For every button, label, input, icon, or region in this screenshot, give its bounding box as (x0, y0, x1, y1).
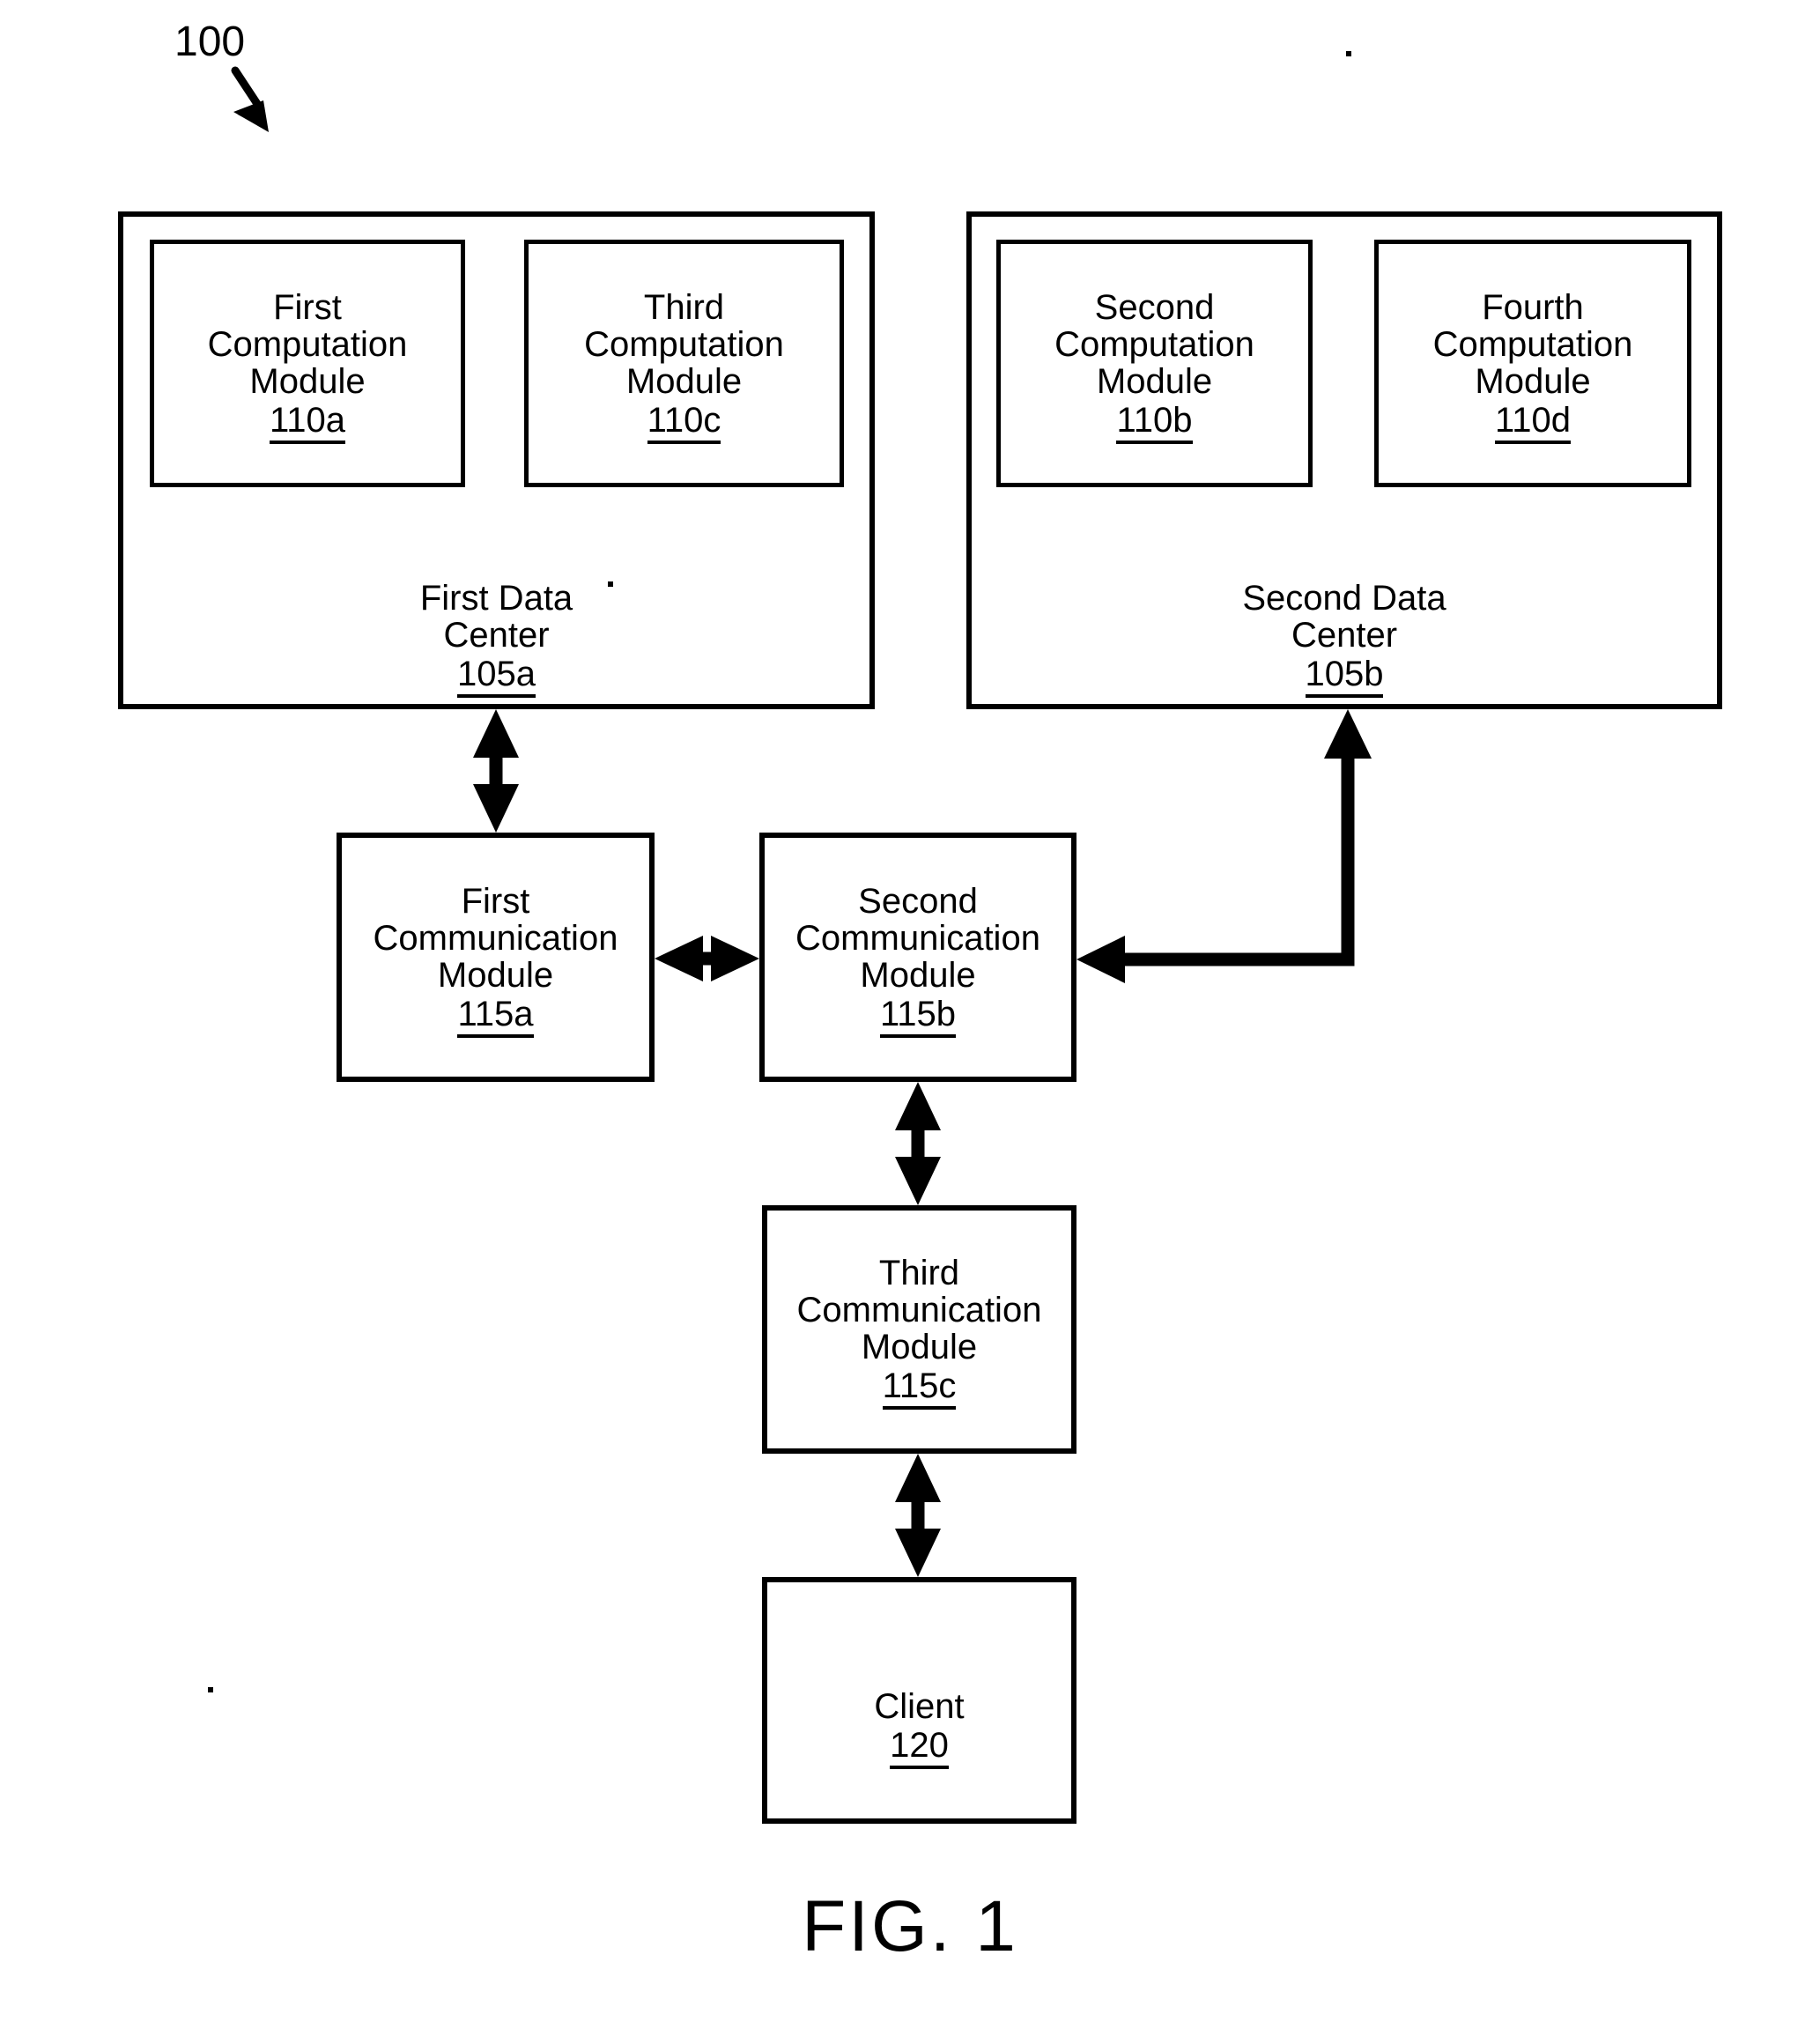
third-communication-module-box: Third Communication Module 115c (762, 1205, 1076, 1454)
second-data-center-label: Second Data Center 105b (972, 543, 1717, 729)
third-communication-module-label: Third Communication Module 115c (767, 1218, 1071, 1441)
first-data-center-label: First Data Center 105a (123, 543, 869, 729)
first-computation-module-ref: 110a (269, 400, 345, 444)
third-computation-module-ref: 110c (647, 400, 721, 444)
first-communication-module-box: First Communication Module 115a (337, 833, 655, 1082)
connector-datacenter2-to-comm2 (1076, 709, 1372, 983)
scan-speck (208, 1687, 213, 1692)
second-communication-module-label: Second Communication Module 115b (765, 846, 1071, 1070)
figure-callout-number: 100 (174, 19, 246, 65)
connector-comm2-to-comm3 (895, 1082, 941, 1205)
connector-comm1-to-comm2 (655, 936, 759, 981)
first-data-center-ref: 105a (457, 655, 536, 698)
second-communication-module-ref: 115b (879, 994, 956, 1038)
second-computation-module-ref: 110b (1116, 400, 1193, 444)
third-communication-module-ref: 115c (882, 1366, 957, 1410)
callout-leader-arrow (231, 66, 269, 132)
patent-figure: 100 First Data Center 105a First Computa… (0, 0, 1820, 2029)
fourth-computation-module-label: Fourth Computation Module 110d (1379, 252, 1687, 476)
second-data-center-ref: 105b (1305, 655, 1384, 698)
connector-comm3-to-client (895, 1454, 941, 1577)
figure-caption: FIG. 1 (802, 1886, 1018, 1966)
third-computation-module-box: Third Computation Module 110c (524, 240, 844, 487)
third-computation-module-label: Third Computation Module 110c (529, 252, 840, 476)
fourth-computation-module-box: Fourth Computation Module 110d (1374, 240, 1691, 487)
first-computation-module-label: First Computation Module 110a (154, 252, 461, 476)
scan-speck (608, 581, 613, 587)
scan-speck (1346, 51, 1351, 56)
client-label: Client 120 (767, 1651, 1071, 1801)
first-communication-module-label: First Communication Module 115a (342, 846, 649, 1070)
first-communication-module-ref: 115a (457, 994, 534, 1038)
second-computation-module-box: Second Computation Module 110b (996, 240, 1313, 487)
second-computation-module-label: Second Computation Module 110b (1001, 252, 1308, 476)
second-communication-module-box: Second Communication Module 115b (759, 833, 1076, 1082)
fourth-computation-module-ref: 110d (1494, 400, 1571, 444)
client-box: Client 120 (762, 1577, 1076, 1824)
first-computation-module-box: First Computation Module 110a (150, 240, 465, 487)
client-ref: 120 (890, 1726, 949, 1769)
